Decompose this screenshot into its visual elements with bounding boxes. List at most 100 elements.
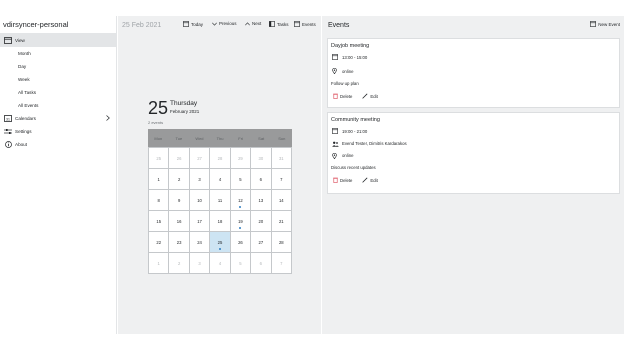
- sidebar-item-calendars[interactable]: 31 Calendars: [0, 112, 116, 125]
- selected-day-number: 25: [148, 98, 169, 118]
- tasks-button[interactable]: Tasks: [269, 21, 289, 27]
- day-cell-selected[interactable]: 25: [210, 232, 230, 252]
- events-button[interactable]: Events: [294, 21, 316, 27]
- previous-button[interactable]: Previous: [212, 21, 237, 26]
- day-cell[interactable]: 7: [271, 253, 291, 273]
- day-cell[interactable]: 7: [271, 169, 291, 189]
- sidebar-item-all-tasks[interactable]: All Tasks: [0, 86, 116, 99]
- day-cell[interactable]: 19: [230, 211, 251, 231]
- day-cell[interactable]: 27: [251, 232, 271, 252]
- location-pin-icon: [332, 68, 340, 74]
- day-cell[interactable]: 5: [230, 169, 251, 189]
- day-cell[interactable]: 22: [149, 232, 169, 252]
- events-icon: [294, 21, 300, 27]
- calendar-icon: [332, 54, 340, 60]
- day-cell[interactable]: 11: [210, 190, 230, 210]
- day-cell[interactable]: 17: [189, 211, 210, 231]
- edit-button[interactable]: Edit: [362, 177, 378, 183]
- day-cell[interactable]: 28: [210, 148, 230, 168]
- day-cell[interactable]: 2: [169, 253, 189, 273]
- sidebar-item-about[interactable]: About: [0, 138, 116, 151]
- day-number: 4: [218, 176, 222, 182]
- chevron-down-icon: [212, 22, 217, 26]
- day-number: 18: [217, 218, 223, 224]
- day-cell[interactable]: 28: [271, 232, 291, 252]
- next-button[interactable]: Next: [245, 21, 261, 26]
- day-cell[interactable]: 4: [210, 169, 230, 189]
- day-cell[interactable]: 13: [251, 190, 271, 210]
- day-number: 22: [156, 239, 162, 245]
- day-cell[interactable]: 26: [230, 232, 251, 252]
- day-cell[interactable]: 6: [251, 253, 271, 273]
- day-number: 17: [197, 218, 202, 224]
- delete-button[interactable]: Delete: [333, 177, 352, 183]
- day-cell[interactable]: 14: [271, 190, 291, 210]
- sidebar-item-day[interactable]: Day: [0, 60, 116, 73]
- events-count: 2 events: [148, 120, 164, 125]
- previous-label: Previous: [219, 21, 237, 26]
- day-number: 27: [258, 239, 264, 245]
- day-cell[interactable]: 6: [251, 169, 271, 189]
- sidebar-item-all-events[interactable]: All Events: [0, 99, 116, 112]
- day-cell[interactable]: 2: [169, 169, 189, 189]
- event-card: Community meeting 19:00 - 21:00 Evend Te…: [327, 112, 620, 194]
- sidebar: vdirsyncer-personal View Month Day Week …: [0, 16, 117, 334]
- weekday-label: Tue: [175, 135, 183, 141]
- event-location-row: online: [328, 149, 619, 162]
- selected-month-year: February 2021: [170, 109, 200, 114]
- day-number: 3: [198, 176, 201, 182]
- day-number: 28: [217, 155, 223, 161]
- pencil-icon: [362, 93, 368, 99]
- weekday-label: Thu: [216, 135, 224, 141]
- day-cell[interactable]: 16: [169, 211, 189, 231]
- day-cell[interactable]: 24: [189, 232, 210, 252]
- delete-button[interactable]: Delete: [333, 93, 352, 99]
- day-number: 7: [280, 260, 283, 266]
- day-cell[interactable]: 21: [271, 211, 291, 231]
- day-number: 31: [278, 155, 284, 161]
- day-cell[interactable]: 18: [210, 211, 230, 231]
- day-cell[interactable]: 26: [169, 148, 189, 168]
- sidebar-item-view[interactable]: View: [0, 34, 116, 47]
- day-cell[interactable]: 9: [169, 190, 189, 210]
- day-cell[interactable]: 15: [149, 211, 169, 231]
- day-cell[interactable]: 8: [149, 190, 169, 210]
- day-cell[interactable]: 20: [251, 211, 271, 231]
- day-cell[interactable]: 3: [189, 253, 210, 273]
- day-number: 11: [217, 197, 223, 203]
- day-cell[interactable]: 12: [230, 190, 251, 210]
- day-cell[interactable]: 5: [230, 253, 251, 273]
- settings-sliders-icon: [4, 128, 12, 135]
- day-cell[interactable]: 4: [210, 253, 230, 273]
- event-location-row: online: [328, 64, 619, 78]
- day-cell[interactable]: 31: [271, 148, 291, 168]
- day-number: 25: [217, 239, 223, 245]
- day-cell[interactable]: 27: [189, 148, 210, 168]
- new-event-button[interactable]: New Event: [590, 21, 620, 27]
- day-cell[interactable]: 23: [169, 232, 189, 252]
- event-actions: Delete Edit: [328, 172, 619, 188]
- day-cell[interactable]: 10: [189, 190, 210, 210]
- month-calendar: Mon Tue Wed Thu Fri Sat Sun 25 26 27 28 29 30 31 1 2 3 4…: [148, 129, 292, 274]
- day-number: 29: [238, 155, 243, 161]
- day-number: 1: [157, 176, 160, 182]
- chevron-right-icon: [106, 115, 110, 122]
- sidebar-item-month[interactable]: Month: [0, 47, 116, 60]
- day-number: 24: [197, 239, 202, 245]
- day-cell[interactable]: 3: [189, 169, 210, 189]
- day-number: 2: [177, 260, 181, 266]
- info-icon: [4, 141, 12, 148]
- day-cell[interactable]: 29: [230, 148, 251, 168]
- day-number: 10: [197, 197, 202, 203]
- day-cell[interactable]: 1: [149, 169, 169, 189]
- edit-button[interactable]: Edit: [362, 93, 378, 99]
- sidebar-item-settings[interactable]: Settings: [0, 125, 116, 138]
- day-cell[interactable]: 30: [251, 148, 271, 168]
- today-button[interactable]: Today: [183, 21, 203, 27]
- weekday-label: Wed: [195, 135, 204, 141]
- day-cell[interactable]: 25: [149, 148, 169, 168]
- sidebar-item-week[interactable]: Week: [0, 73, 116, 86]
- day-number: 14: [278, 197, 284, 203]
- day-cell[interactable]: 1: [149, 253, 169, 273]
- weekday-label: Sat: [258, 135, 265, 141]
